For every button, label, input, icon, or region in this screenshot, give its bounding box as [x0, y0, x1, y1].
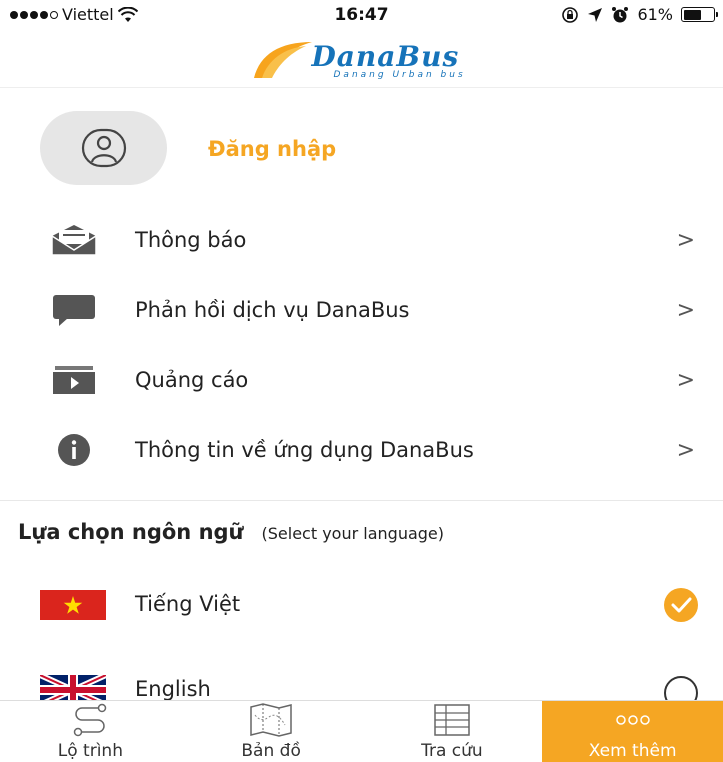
tab-map[interactable]: Bản đồ [181, 701, 362, 762]
tab-label: Xem thêm [588, 741, 677, 761]
logo-swoosh-icon [253, 41, 312, 78]
login-link[interactable]: Đăng nhập [208, 137, 336, 161]
profile-section[interactable]: Đăng nhập [0, 95, 723, 205]
checkmark-selected-icon[interactable] [663, 587, 699, 623]
rotation-lock-icon [562, 6, 579, 23]
language-title: Lựa chọn ngôn ngữ [18, 520, 244, 544]
tab-lookup[interactable]: Tra cứu [362, 701, 543, 762]
chevron-right-icon: > [676, 437, 695, 463]
envelope-icon [50, 222, 98, 258]
menu-item-ads[interactable]: Quảng cáo > [0, 345, 723, 415]
menu-item-label: Phản hồi dịch vụ DanaBus [135, 298, 410, 322]
logo-subtitle: Danang Urban bus [333, 69, 466, 80]
user-icon [81, 128, 126, 168]
language-subtitle: (Select your language) [261, 524, 444, 543]
chevron-right-icon: > [676, 227, 695, 253]
tab-label: Tra cứu [421, 741, 483, 761]
menu-item-label: Thông tin về ứng dụng DanaBus [135, 438, 474, 462]
tab-label: Lộ trình [57, 741, 123, 761]
language-option-label: Tiếng Việt [135, 592, 241, 616]
location-arrow-icon [588, 7, 603, 22]
danabus-logo: DanaBus Danang Urban bus [242, 34, 482, 84]
menu-item-about[interactable]: Thông tin về ứng dụng DanaBus > [0, 415, 723, 485]
battery-level [683, 9, 702, 20]
tab-label: Bản đồ [241, 741, 301, 761]
route-icon [68, 703, 112, 737]
map-icon [249, 703, 293, 737]
battery-icon [681, 7, 718, 22]
logo-text: DanaBus [311, 39, 460, 73]
section-divider [0, 500, 723, 501]
avatar[interactable] [40, 111, 167, 185]
status-bar: Viettel 16:47 61% [0, 0, 723, 30]
status-right: 61% [561, 5, 718, 24]
info-icon [50, 432, 98, 468]
menu-item-label: Thông báo [135, 228, 247, 252]
tab-route[interactable]: Lộ trình [0, 701, 181, 762]
app-header: DanaBus Danang Urban bus [0, 30, 723, 88]
bottom-tab-bar: Lộ trình Bản đồ Tra cứu Xem thêm [0, 700, 723, 762]
table-icon [430, 703, 474, 737]
video-play-icon [50, 362, 98, 398]
alarm-icon [612, 6, 629, 22]
menu-item-label: Quảng cáo [135, 368, 249, 392]
language-option-label: English [135, 677, 211, 701]
tab-more[interactable]: Xem thêm [542, 701, 723, 762]
chevron-right-icon: > [676, 297, 695, 323]
menu-item-feedback[interactable]: Phản hồi dịch vụ DanaBus > [0, 275, 723, 345]
chat-bubble-icon [50, 292, 98, 328]
language-option-vietnamese[interactable]: Tiếng Việt [0, 575, 723, 635]
chevron-right-icon: > [676, 367, 695, 393]
menu-item-notifications[interactable]: Thông báo > [0, 205, 723, 275]
battery-percent: 61% [637, 5, 673, 24]
language-section-header: Lựa chọn ngôn ngữ (Select your language) [18, 520, 444, 544]
vietnam-flag-icon [40, 590, 106, 620]
more-icon [611, 703, 655, 737]
